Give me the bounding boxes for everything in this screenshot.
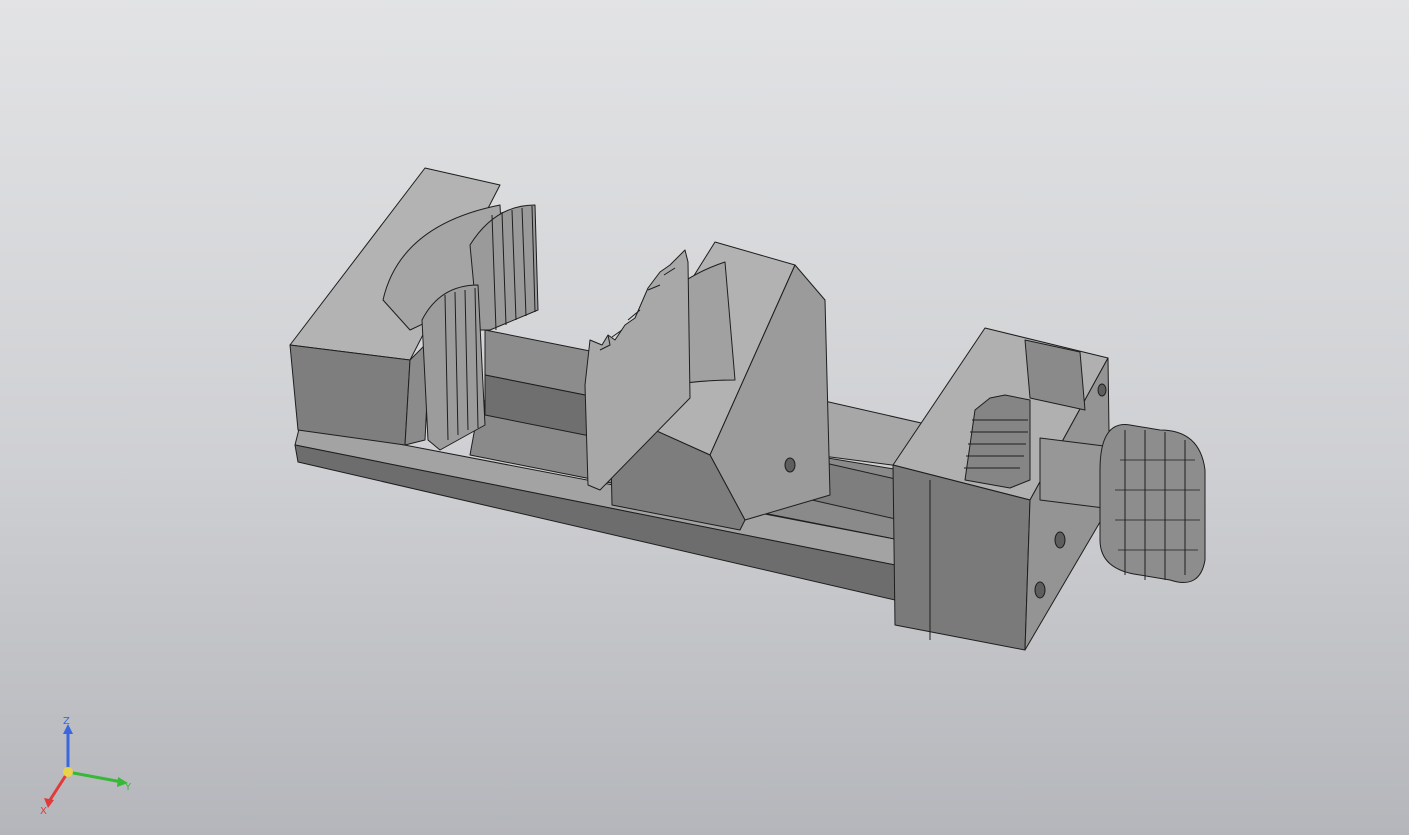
axis-origin [63, 767, 73, 777]
x-axis-label: X [40, 806, 47, 817]
axis-triad: Z Y X [40, 716, 132, 817]
movable-jaw[interactable] [584, 241, 831, 531]
3d-viewport[interactable]: Z Y X [0, 0, 1409, 835]
y-axis-label: Y [124, 782, 132, 793]
y-axis-line [67, 770, 123, 784]
z-axis-label: Z [63, 716, 70, 727]
knob[interactable] [1099, 424, 1206, 583]
vise-model[interactable] [0, 0, 1409, 835]
